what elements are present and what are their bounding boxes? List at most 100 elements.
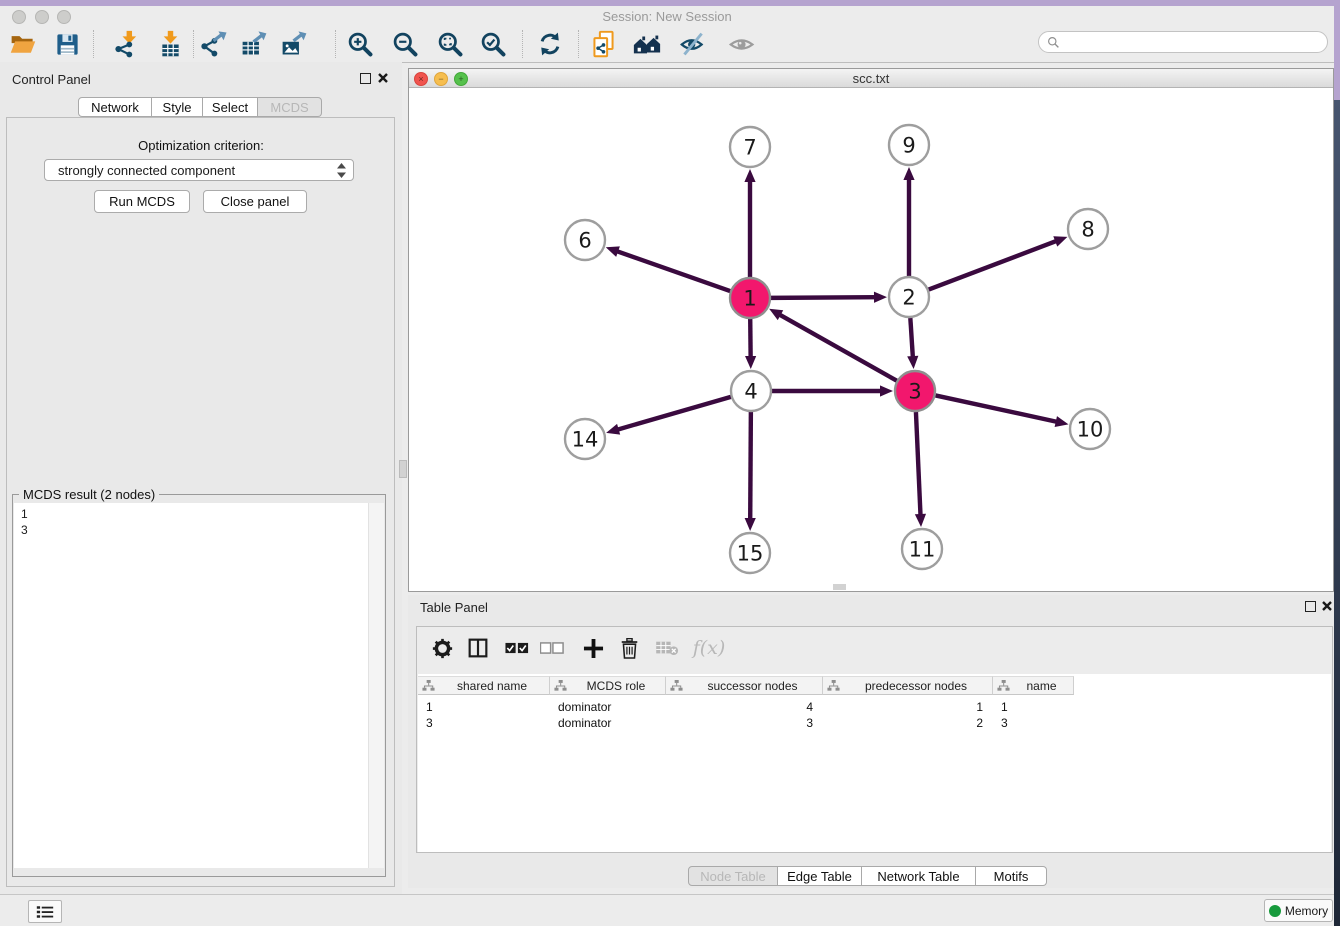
result-line: 1 bbox=[21, 506, 370, 522]
edge-3-10[interactable] bbox=[936, 395, 1069, 427]
node-11[interactable]: 11 bbox=[902, 529, 942, 569]
tab-motifs[interactable]: Motifs bbox=[976, 866, 1047, 886]
node-table[interactable]: shared nameMCDS rolesuccessor nodesprede… bbox=[418, 674, 1331, 852]
select-all-rows-icon[interactable] bbox=[504, 635, 530, 661]
table-panel-title: Table Panel bbox=[420, 600, 488, 615]
node-label: 11 bbox=[909, 538, 936, 562]
edge-2-9[interactable] bbox=[903, 167, 914, 276]
node-4[interactable]: 4 bbox=[731, 371, 771, 411]
edge-2-8[interactable] bbox=[929, 236, 1068, 289]
edge-1-6[interactable] bbox=[606, 246, 730, 291]
column-header-shared-name[interactable]: shared name bbox=[418, 676, 550, 695]
edge-4-14[interactable] bbox=[606, 397, 731, 435]
table-float-button[interactable] bbox=[1303, 599, 1317, 613]
table-row-3[interactable]: 3dominator323 bbox=[418, 715, 1074, 731]
panel-splitter-grip[interactable] bbox=[399, 460, 407, 478]
node-1[interactable]: 1 bbox=[730, 278, 770, 318]
show-column-icon[interactable] bbox=[465, 635, 491, 661]
edge-3-11[interactable] bbox=[915, 412, 926, 527]
node-14[interactable]: 14 bbox=[565, 419, 605, 459]
tab-network[interactable]: Network bbox=[78, 97, 152, 117]
optimization-criterion-select[interactable]: strongly connected component bbox=[44, 159, 354, 181]
duplicate-network-icon[interactable] bbox=[588, 29, 618, 59]
cell-MCDS-role[interactable]: dominator bbox=[550, 715, 666, 731]
network-window-titlebar[interactable]: × − + scc.txt bbox=[409, 69, 1333, 88]
mcds-result-textarea[interactable]: 13 bbox=[14, 503, 370, 868]
export-network-icon[interactable] bbox=[198, 29, 228, 59]
cell-name[interactable]: 1 bbox=[993, 699, 1074, 715]
node-8[interactable]: 8 bbox=[1068, 209, 1108, 249]
tab-style[interactable]: Style bbox=[152, 97, 203, 117]
node-9[interactable]: 9 bbox=[889, 125, 929, 165]
cell-shared-name[interactable]: 3 bbox=[418, 715, 550, 731]
node-10[interactable]: 10 bbox=[1070, 409, 1110, 449]
node-3[interactable]: 3 bbox=[895, 371, 935, 411]
app-titlebar: Session: New Session bbox=[0, 6, 1334, 27]
import-table-icon[interactable] bbox=[155, 29, 185, 59]
table-row-1[interactable]: 1dominator411 bbox=[418, 699, 1074, 715]
zoom-fit-icon[interactable] bbox=[435, 29, 465, 59]
cell-predecessor-nodes[interactable]: 2 bbox=[823, 715, 993, 731]
open-session-icon[interactable] bbox=[8, 29, 38, 59]
edge-1-4[interactable] bbox=[745, 319, 756, 369]
table-close-button[interactable] bbox=[1320, 599, 1334, 613]
toolbar-separator bbox=[335, 30, 336, 58]
tab-node-table[interactable]: Node Table bbox=[688, 866, 778, 886]
show-all-eye-icon[interactable] bbox=[727, 29, 757, 59]
edge-3-1[interactable] bbox=[769, 309, 897, 381]
hide-selected-eye-icon[interactable] bbox=[678, 29, 708, 59]
export-table-icon[interactable] bbox=[238, 29, 268, 59]
node-7[interactable]: 7 bbox=[730, 127, 770, 167]
deselect-all-rows-icon[interactable] bbox=[539, 635, 565, 661]
tab-edge-table[interactable]: Edge Table bbox=[778, 866, 862, 886]
close-panel-action-button[interactable]: Close panel bbox=[203, 190, 307, 213]
close-panel-button[interactable] bbox=[376, 71, 390, 85]
cell-MCDS-role[interactable]: dominator bbox=[550, 699, 666, 715]
node-label: 9 bbox=[902, 134, 915, 158]
column-header-name[interactable]: name bbox=[993, 676, 1074, 695]
zoom-in-icon[interactable] bbox=[345, 29, 375, 59]
network-canvas-svg[interactable]: 7 9 6 8 1 2 4 3 14 10 15 11 bbox=[409, 88, 1333, 591]
column-header-MCDS-role[interactable]: MCDS role bbox=[550, 676, 666, 695]
float-panel-button[interactable] bbox=[358, 71, 372, 85]
import-network-icon[interactable] bbox=[112, 29, 142, 59]
cell-shared-name[interactable]: 1 bbox=[418, 699, 550, 715]
edge-4-3[interactable] bbox=[772, 385, 893, 396]
edge-1-7[interactable] bbox=[744, 169, 755, 277]
cell-name[interactable]: 3 bbox=[993, 715, 1074, 731]
node-15[interactable]: 15 bbox=[730, 533, 770, 573]
search-input[interactable] bbox=[1038, 31, 1328, 53]
function-builder-icon[interactable]: f(x) bbox=[689, 635, 729, 661]
result-scrollbar[interactable] bbox=[368, 503, 384, 868]
edge-2-3[interactable] bbox=[907, 318, 918, 369]
delete-table-icon[interactable] bbox=[654, 635, 680, 661]
cell-predecessor-nodes[interactable]: 1 bbox=[823, 699, 993, 715]
column-header-successor-nodes[interactable]: successor nodes bbox=[666, 676, 823, 695]
edge-1-2[interactable] bbox=[771, 292, 887, 303]
delete-row-trash-icon[interactable] bbox=[616, 635, 642, 661]
run-mcds-button[interactable]: Run MCDS bbox=[94, 190, 190, 213]
zoom-out-icon[interactable] bbox=[390, 29, 420, 59]
tab-select[interactable]: Select bbox=[203, 97, 258, 117]
cell-successor-nodes[interactable]: 3 bbox=[666, 715, 823, 731]
node-2[interactable]: 2 bbox=[889, 277, 929, 317]
cell-successor-nodes[interactable]: 4 bbox=[666, 699, 823, 715]
table-settings-gear-icon[interactable] bbox=[429, 635, 455, 661]
column-header-predecessor-nodes[interactable]: predecessor nodes bbox=[823, 676, 993, 695]
node-label: 4 bbox=[744, 380, 757, 404]
network-view-window: × − + scc.txt 7 9 6 8 1 2 4 3 14 10 15 11 bbox=[408, 68, 1334, 592]
export-image-icon[interactable] bbox=[278, 29, 308, 59]
memory-button[interactable]: Memory bbox=[1264, 899, 1333, 922]
tab-mcds[interactable]: MCDS bbox=[258, 97, 322, 117]
tab-network-table[interactable]: Network Table bbox=[862, 866, 976, 886]
list-icon bbox=[36, 905, 54, 919]
add-row-icon[interactable] bbox=[580, 635, 606, 661]
save-session-icon[interactable] bbox=[52, 29, 82, 59]
refresh-icon[interactable] bbox=[535, 29, 565, 59]
edge-4-15[interactable] bbox=[745, 412, 756, 531]
zoom-selected-icon[interactable] bbox=[478, 29, 508, 59]
network-scroll-grip[interactable] bbox=[833, 584, 846, 590]
first-neighbors-houses-icon[interactable] bbox=[632, 29, 662, 59]
node-6[interactable]: 6 bbox=[565, 220, 605, 260]
task-history-button[interactable] bbox=[28, 900, 62, 923]
